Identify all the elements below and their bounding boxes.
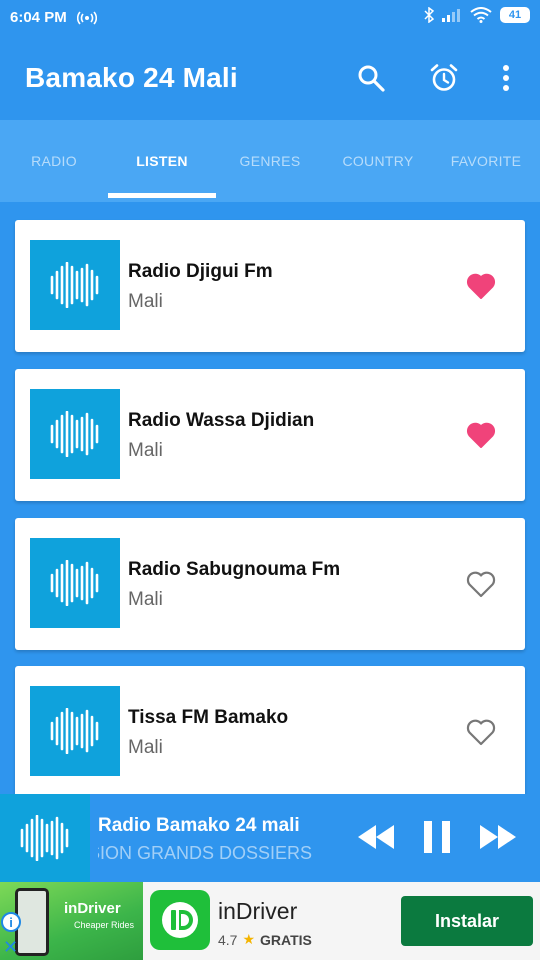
app-bar: Bamako 24 Mali xyxy=(0,36,540,120)
station-thumbnail xyxy=(30,389,120,479)
player-now-playing: SSION GRANDS DOSSIERS xyxy=(98,843,348,864)
favorite-outline-icon[interactable] xyxy=(465,716,497,748)
rewind-button[interactable] xyxy=(356,816,396,858)
soundwave-icon xyxy=(50,411,99,457)
indriver-logo-icon xyxy=(162,902,198,938)
now-playing-text: SSION GRANDS DOSSIERS xyxy=(98,843,313,863)
player-thumbnail xyxy=(0,794,90,882)
ad-rating: 4.7 ★ GRATIS xyxy=(218,931,312,948)
ad-price: GRATIS xyxy=(260,931,312,948)
mini-player[interactable]: Radio Bamako 24 mali SSION GRANDS DOSSIE… xyxy=(0,794,540,882)
soundwave-icon xyxy=(20,815,69,861)
player-station-title: Radio Bamako 24 mali xyxy=(98,815,300,836)
station-country: Mali xyxy=(128,291,163,312)
fast-forward-button[interactable] xyxy=(478,816,518,858)
pause-icon xyxy=(424,821,450,853)
soundwave-icon xyxy=(50,708,99,754)
battery-icon: 41 xyxy=(500,7,530,23)
ad-rating-value: 4.7 xyxy=(218,931,238,948)
station-thumbnail xyxy=(30,538,120,628)
favorite-filled-icon[interactable] xyxy=(465,419,497,451)
ad-install-button[interactable]: Instalar xyxy=(401,896,533,946)
station-thumbnail xyxy=(30,240,120,330)
station-country: Mali xyxy=(128,737,163,758)
alarm-icon[interactable] xyxy=(428,62,460,94)
ad-app-name: inDriver xyxy=(218,898,298,924)
station-card[interactable]: Radio Sabugnouma Fm Mali xyxy=(15,518,525,650)
station-name: Tissa FM Bamako xyxy=(128,707,289,728)
wifi-icon xyxy=(470,7,492,23)
rewind-icon xyxy=(358,825,394,849)
ad-image[interactable]: inDriver Cheaper Rides xyxy=(0,882,143,960)
tab-genres[interactable]: GENRES xyxy=(216,120,324,202)
ad-app-icon[interactable] xyxy=(150,890,210,950)
tab-favorite[interactable]: FAVORITE xyxy=(432,120,540,202)
ad-banner[interactable]: inDriver Cheaper Rides i ✕ inDriver 4.7 … xyxy=(0,882,540,960)
signal-icon xyxy=(442,9,460,22)
more-vert-icon[interactable] xyxy=(490,62,522,94)
station-thumbnail xyxy=(30,686,120,776)
fast-forward-icon xyxy=(480,825,516,849)
station-card[interactable]: Radio Djigui Fm Mali xyxy=(15,220,525,352)
tab-indicator xyxy=(108,193,216,198)
ad-image-tagline: Cheaper Rides xyxy=(74,920,135,930)
station-country: Mali xyxy=(128,440,163,461)
pause-button[interactable] xyxy=(420,816,454,858)
search-icon[interactable] xyxy=(355,62,387,94)
status-bar: 6:04 PM 41 xyxy=(0,0,540,36)
ad-image-brand: inDriver xyxy=(64,900,121,917)
station-list[interactable]: Radio Djigui Fm Mali Radio Wassa Djidian… xyxy=(0,202,540,794)
battery-level: 41 xyxy=(508,9,522,21)
station-country: Mali xyxy=(128,589,163,610)
soundwave-icon xyxy=(50,262,99,308)
app-title: Bamako 24 Mali xyxy=(25,62,238,93)
soundwave-icon xyxy=(50,560,99,606)
ad-info-icon[interactable]: i xyxy=(1,912,21,932)
station-card[interactable]: Tissa FM Bamako Mali xyxy=(15,666,525,794)
ad-close-icon[interactable]: ✕ xyxy=(3,937,18,958)
tab-country[interactable]: COUNTRY xyxy=(324,120,432,202)
favorite-outline-icon[interactable] xyxy=(465,568,497,600)
station-name: Radio Wassa Djidian xyxy=(128,410,315,431)
favorite-filled-icon[interactable] xyxy=(465,270,497,302)
status-time: 6:04 PM xyxy=(10,9,67,26)
station-name: Radio Djigui Fm xyxy=(128,261,273,282)
tab-bar: RADIO LISTEN GENRES COUNTRY FAVORITE xyxy=(0,120,540,202)
hotspot-icon xyxy=(77,11,97,25)
tab-listen[interactable]: LISTEN xyxy=(108,120,216,202)
station-name: Radio Sabugnouma Fm xyxy=(128,559,341,580)
tab-radio[interactable]: RADIO xyxy=(0,120,108,202)
station-card[interactable]: Radio Wassa Djidian Mali xyxy=(15,369,525,501)
star-icon: ★ xyxy=(242,931,256,947)
bluetooth-icon xyxy=(424,7,434,23)
